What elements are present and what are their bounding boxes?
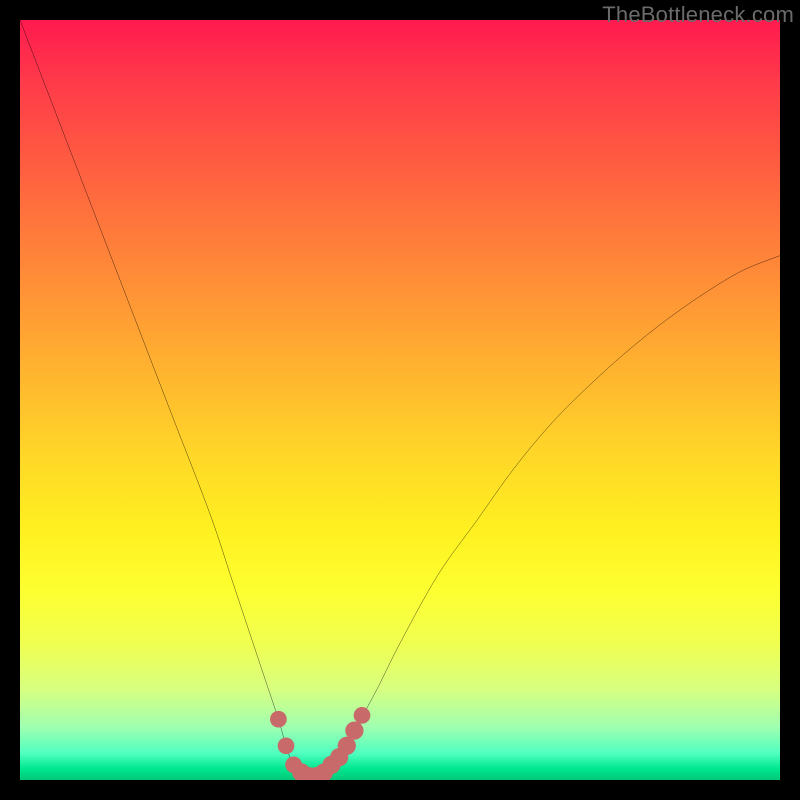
bottleneck-curve	[20, 20, 780, 777]
watermark-text: TheBottleneck.com	[602, 2, 794, 28]
plot-area	[20, 20, 780, 780]
marker-dot	[270, 711, 287, 728]
marker-dot	[354, 707, 371, 724]
curve-svg	[20, 20, 780, 780]
marker-dot	[278, 737, 295, 754]
marker-dot	[345, 721, 363, 739]
curve-markers	[270, 707, 370, 780]
chart-frame: TheBottleneck.com	[0, 0, 800, 800]
